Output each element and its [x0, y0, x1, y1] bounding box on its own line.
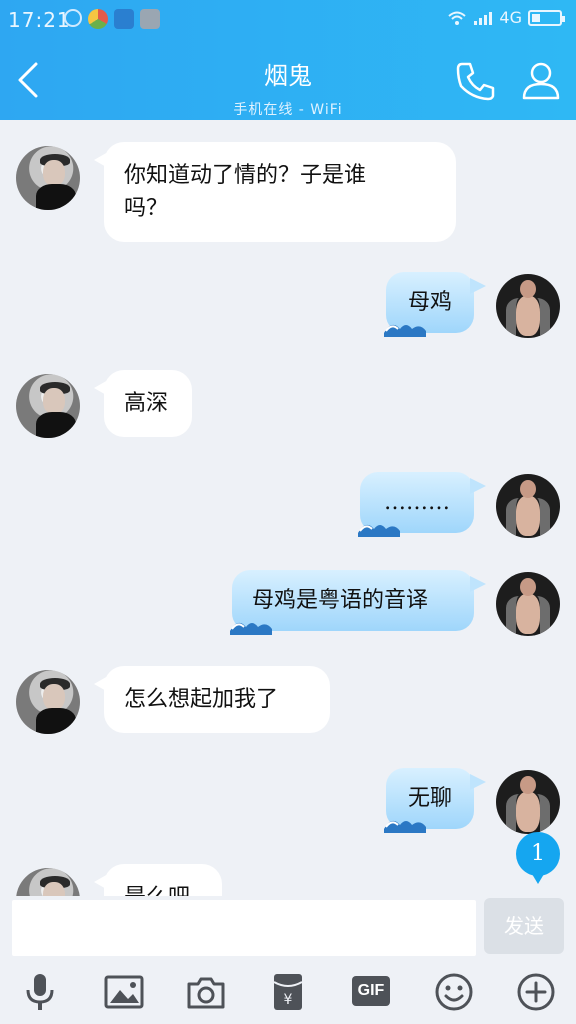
contact-avatar[interactable]	[16, 146, 80, 210]
message-list[interactable]: 你知道动了情的？子是谁 吗？ 母鸡 高深 ……… 母鸡是粤语的音译 怎么想起加我…	[0, 120, 576, 896]
contact-avatar[interactable]	[16, 670, 80, 734]
wave-decoration-icon	[358, 524, 400, 537]
app-icon	[140, 9, 160, 29]
chat-header: 17:21 4G 烟鬼 手机在线 - WiFi	[0, 0, 576, 120]
signal-icon	[474, 11, 493, 25]
camera-icon	[187, 977, 225, 1009]
phone-icon	[456, 62, 495, 101]
svg-text:¥: ¥	[284, 992, 293, 1008]
scan-icon	[114, 9, 134, 29]
message-text: 吗？	[124, 196, 169, 221]
battery-icon	[528, 9, 565, 26]
status-time: 17:21	[8, 8, 71, 32]
status-right: 4G	[447, 8, 565, 27]
wave-decoration-icon	[384, 820, 426, 833]
cloud-icon	[64, 9, 82, 27]
message-input[interactable]	[12, 900, 476, 956]
message-bubble-incoming[interactable]: 高深	[94, 370, 192, 437]
call-button[interactable]	[452, 58, 498, 104]
message-bubble-outgoing[interactable]: 无聊	[384, 768, 486, 833]
wifi-icon	[448, 11, 467, 25]
red-packet-icon: ¥	[273, 974, 303, 1010]
user-icon	[522, 62, 560, 100]
microphone-icon	[26, 974, 54, 1010]
wave-decoration-icon	[384, 324, 426, 337]
red-packet-button[interactable]: ¥	[268, 972, 308, 1012]
my-avatar[interactable]	[496, 572, 560, 636]
profile-button[interactable]	[518, 58, 564, 104]
send-button[interactable]: 发送	[484, 898, 564, 954]
new-message-badge[interactable]: 1	[516, 832, 560, 884]
image-icon	[104, 975, 144, 1009]
status-bar: 17:21 4G	[0, 0, 576, 40]
camera-button[interactable]	[186, 972, 226, 1012]
emoji-button[interactable]	[434, 972, 474, 1012]
input-toolbar: ¥ GIF	[0, 956, 576, 1024]
message-bubble-incoming[interactable]: 是么吧	[94, 864, 222, 896]
contact-avatar[interactable]	[16, 374, 80, 438]
message-text: 你知道动了情的？子是谁	[124, 163, 367, 188]
contact-avatar[interactable]	[16, 868, 80, 896]
voice-button[interactable]	[20, 972, 60, 1012]
message-bubble-outgoing[interactable]: 母鸡是粤语的音译	[230, 570, 486, 635]
message-bubble-incoming[interactable]: 怎么想起加我了	[94, 666, 330, 733]
my-avatar[interactable]	[496, 274, 560, 338]
image-button[interactable]	[104, 972, 144, 1012]
message-text: 母鸡	[407, 290, 452, 315]
gif-icon: GIF	[352, 976, 390, 1006]
notification-icons	[64, 9, 160, 29]
network-type: 4G	[499, 8, 522, 27]
message-bubble-incoming[interactable]: 你知道动了情的？子是谁 吗？	[94, 142, 456, 242]
plus-circle-icon	[517, 973, 555, 1011]
message-text: 母鸡是粤语的音译	[252, 588, 429, 613]
my-avatar[interactable]	[496, 770, 560, 834]
message-bubble-outgoing[interactable]: 母鸡	[384, 272, 486, 337]
browser-icon	[88, 9, 108, 29]
message-text: 怎么想起加我了	[124, 687, 279, 712]
my-avatar[interactable]	[496, 474, 560, 538]
wave-decoration-icon	[230, 622, 272, 635]
gif-button[interactable]: GIF	[352, 972, 392, 1012]
message-text: 无聊	[407, 786, 452, 811]
composer: 发送	[0, 896, 576, 956]
message-text: 是么吧	[124, 885, 190, 896]
message-text: 高深	[124, 391, 169, 416]
more-button[interactable]	[516, 972, 556, 1012]
message-bubble-outgoing[interactable]: ………	[358, 472, 486, 537]
message-text: ………	[384, 490, 450, 515]
smiley-icon	[435, 973, 473, 1011]
